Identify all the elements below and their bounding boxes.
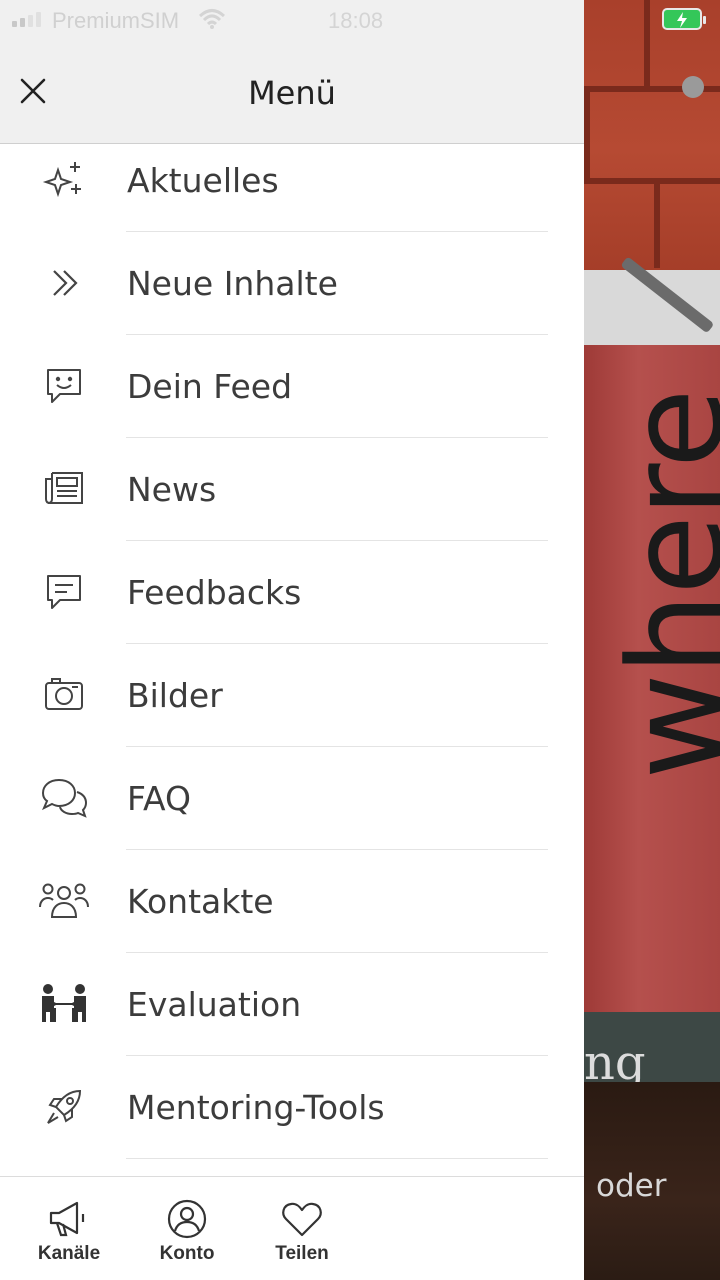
camera-icon [38, 669, 90, 721]
status-time: 18:08 [328, 8, 384, 33]
menu-item-evaluation[interactable]: Evaluation [0, 953, 584, 1056]
carrier-name: PremiumSIM [52, 8, 180, 33]
side-menu-drawer: PremiumSIM 18:08 Menü Aktuelles Neue Inh… [0, 0, 584, 1280]
newspaper-icon [38, 463, 90, 515]
page-title: Menü [248, 74, 336, 112]
menu-item-bilder[interactable]: Bilder [0, 644, 584, 747]
people-exchange-icon [38, 978, 90, 1030]
background-text-fragment: oder [596, 1168, 667, 1204]
menu-item-neue-inhalte[interactable]: Neue Inhalte [0, 232, 584, 335]
indicator-dot [682, 76, 704, 98]
message-lines-icon [38, 566, 90, 618]
sparkles-icon [38, 154, 90, 206]
menu-item-faq[interactable]: FAQ [0, 747, 584, 850]
megaphone-icon [47, 1197, 91, 1241]
wifi-icon [198, 8, 226, 35]
user-circle-icon [165, 1197, 209, 1241]
nav-teilen-button[interactable]: Teilen [252, 1177, 352, 1280]
signal-icon [12, 12, 41, 27]
status-bar: PremiumSIM 18:08 [0, 0, 584, 40]
menu-item-news[interactable]: News [0, 438, 584, 541]
menu-item-mentoring-tools[interactable]: Mentoring-Tools [0, 1056, 584, 1159]
battery-icon [662, 8, 706, 30]
bottom-navigation: Kanäle Konto Teilen [0, 1176, 584, 1280]
heart-icon [280, 1197, 324, 1241]
menu-item-kontakte[interactable]: Kontakte [0, 850, 584, 953]
group-icon [38, 875, 90, 927]
nav-konto-button[interactable]: Konto [137, 1177, 237, 1280]
menu-item-dein-feed[interactable]: Dein Feed [0, 335, 584, 438]
chat-bubbles-icon [38, 772, 90, 824]
rocket-icon [38, 1081, 90, 1133]
menu-list: Aktuelles Neue Inhalte Dein Feed News Fe… [0, 144, 584, 1176]
nav-kanaele-button[interactable]: Kanäle [19, 1177, 119, 1280]
menu-header: PremiumSIM 18:08 Menü [0, 0, 584, 144]
brick-wall-image [584, 0, 720, 300]
background-vertical-text: where [600, 390, 720, 780]
smile-chat-icon [38, 360, 90, 412]
background-content: where ng oder [584, 0, 720, 1280]
double-chevron-right-icon [38, 257, 90, 309]
menu-item-feedbacks[interactable]: Feedbacks [0, 541, 584, 644]
menu-item-aktuelles[interactable]: Aktuelles [0, 144, 584, 232]
